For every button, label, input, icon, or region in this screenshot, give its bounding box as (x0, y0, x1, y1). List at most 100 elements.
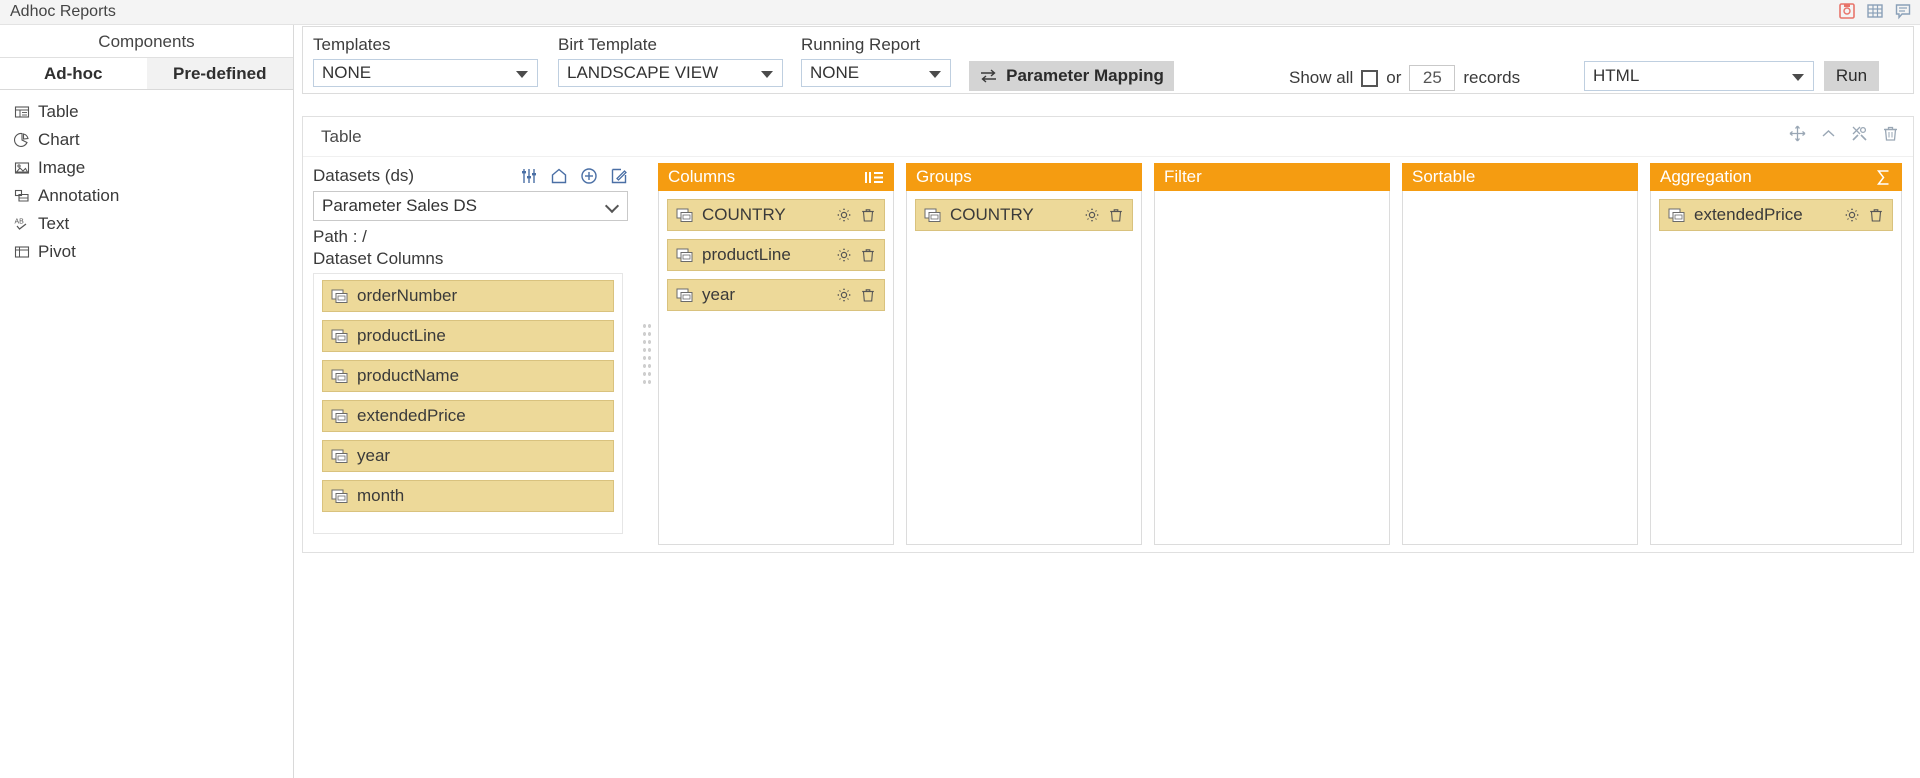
chip-label: productName (357, 366, 460, 385)
settings-gear-icon[interactable] (836, 207, 852, 223)
groups-panel: Groups COUNTRY (906, 163, 1142, 545)
adhoc-reports-app: Adhoc Reports Components Ad-hoc Pre-defi… (0, 0, 1920, 778)
birt-template-select[interactable]: LANDSCAPE VIEW (558, 59, 783, 87)
sidebar-item-label: Table (38, 102, 79, 121)
output-format-select[interactable]: HTML (1584, 61, 1814, 91)
dataset-path: Path : / (313, 227, 367, 246)
sidebar-item-table[interactable]: Table (0, 98, 293, 126)
card-header-icons (1789, 125, 1899, 142)
panel-title: Aggregation (1660, 167, 1752, 186)
chip-label: extendedPrice (357, 406, 466, 425)
records-input[interactable] (1409, 65, 1456, 91)
parameter-mapping-label: Parameter Mapping (1006, 66, 1164, 85)
aggregation-drop-area[interactable]: extendedPrice (1650, 191, 1902, 545)
panel-splitter[interactable] (636, 163, 658, 545)
delete-trash-icon[interactable] (860, 287, 876, 303)
delete-trash-icon[interactable] (1868, 207, 1884, 223)
chip-label: COUNTRY (702, 205, 786, 224)
tools-icon[interactable] (1851, 125, 1868, 142)
show-all-group: Show all or records (1289, 65, 1520, 91)
dataset-columns-list[interactable]: orderNumber productLine productName exte… (313, 273, 623, 534)
dataset-selected-value: Parameter Sales DS (322, 196, 477, 215)
sidebar-item-pivot[interactable]: Pivot (0, 238, 293, 266)
dataset-column-chip[interactable]: extendedPrice (322, 400, 614, 432)
chip-label: COUNTRY (950, 205, 1034, 224)
delete-trash-icon[interactable] (1882, 125, 1899, 142)
birt-template-label: Birt Template (558, 35, 657, 54)
delete-trash-icon[interactable] (860, 207, 876, 223)
groups-panel-header: Groups (906, 163, 1142, 191)
datasets-header: Datasets (ds) (311, 163, 636, 189)
home-icon[interactable] (550, 167, 568, 185)
svg-text:AB: AB (15, 219, 25, 226)
running-report-select[interactable]: NONE (801, 59, 951, 87)
dataset-column-chip[interactable]: orderNumber (322, 280, 614, 312)
title-bar: Adhoc Reports (0, 0, 1920, 25)
sidebar-item-label: Pivot (38, 242, 76, 261)
parameter-mapping-button[interactable]: Parameter Mapping (969, 61, 1174, 91)
panel-title: Sortable (1412, 167, 1476, 186)
columns-chip[interactable]: productLine (667, 239, 885, 271)
column-field-icon (331, 289, 348, 303)
text-ab-icon: AB (15, 219, 27, 230)
report-toolbar: Templates NONE Birt Template LANDSCAPE V… (302, 26, 1914, 94)
chip-label: month (357, 486, 405, 505)
sigma-icon[interactable] (1875, 169, 1892, 186)
collapse-chevron-up-icon[interactable] (1820, 125, 1837, 142)
columns-panel-header: Columns (658, 163, 894, 191)
sidebar-item-annotation[interactable]: Annotation (0, 182, 293, 210)
column-field-icon (331, 329, 348, 343)
settings-gear-icon[interactable] (836, 287, 852, 303)
templates-value: NONE (322, 63, 372, 82)
aggregation-chip[interactable]: extendedPrice (1659, 199, 1893, 231)
list-lines-icon[interactable] (865, 170, 884, 185)
tab-pre-defined[interactable]: Pre-defined (146, 58, 293, 89)
edit-icon[interactable] (610, 167, 628, 185)
aggregation-panel: Aggregation extendedPrice (1650, 163, 1902, 545)
dataset-column-chip[interactable]: month (322, 480, 614, 512)
settings-gear-icon[interactable] (836, 247, 852, 263)
chevron-down-icon (1792, 74, 1804, 81)
delete-trash-icon[interactable] (1108, 207, 1124, 223)
chip-label: productLine (357, 326, 446, 345)
filter-panel: Filter (1154, 163, 1390, 545)
dataset-select[interactable]: Parameter Sales DS (313, 191, 628, 221)
run-button[interactable]: Run (1824, 61, 1879, 91)
save-report-icon[interactable] (1838, 2, 1856, 20)
filter-drop-area[interactable] (1154, 191, 1390, 545)
table-grid-icon[interactable] (1866, 2, 1884, 20)
column-field-icon (331, 489, 348, 503)
sidebar-item-text[interactable]: AB Text (0, 210, 293, 238)
add-circle-icon[interactable] (580, 167, 598, 185)
templates-select[interactable]: NONE (313, 59, 538, 87)
columns-chip[interactable]: COUNTRY (667, 199, 885, 231)
columns-drop-area[interactable]: COUNTRY productLine year (658, 191, 894, 545)
sidebar: Components Ad-hoc Pre-defined Table Char… (0, 25, 294, 778)
filter-sliders-icon[interactable] (520, 167, 538, 185)
show-all-checkbox[interactable] (1361, 69, 1379, 87)
groups-drop-area[interactable]: COUNTRY (906, 191, 1142, 545)
sortable-panel: Sortable (1402, 163, 1638, 545)
columns-chip[interactable]: year (667, 279, 885, 311)
groups-chip[interactable]: COUNTRY (915, 199, 1133, 231)
records-label: records (1463, 68, 1521, 87)
dataset-column-chip[interactable]: year (322, 440, 614, 472)
sidebar-item-label: Image (38, 158, 86, 177)
sortable-drop-area[interactable] (1402, 191, 1638, 545)
chip-label: year (702, 285, 736, 304)
tab-ad-hoc[interactable]: Ad-hoc (0, 58, 147, 89)
show-all-label: Show all (1289, 68, 1354, 87)
column-field-icon (924, 208, 941, 222)
move-icon[interactable] (1789, 125, 1806, 142)
components-header: Components (0, 25, 293, 58)
delete-trash-icon[interactable] (860, 247, 876, 263)
chip-label: productLine (702, 245, 791, 264)
sidebar-item-image[interactable]: Image (0, 154, 293, 182)
sidebar-item-label: Chart (38, 130, 80, 149)
dataset-column-chip[interactable]: productName (322, 360, 614, 392)
settings-gear-icon[interactable] (1084, 207, 1100, 223)
sidebar-item-chart[interactable]: Chart (0, 126, 293, 154)
comment-icon[interactable] (1894, 2, 1912, 20)
dataset-column-chip[interactable]: productLine (322, 320, 614, 352)
settings-gear-icon[interactable] (1844, 207, 1860, 223)
